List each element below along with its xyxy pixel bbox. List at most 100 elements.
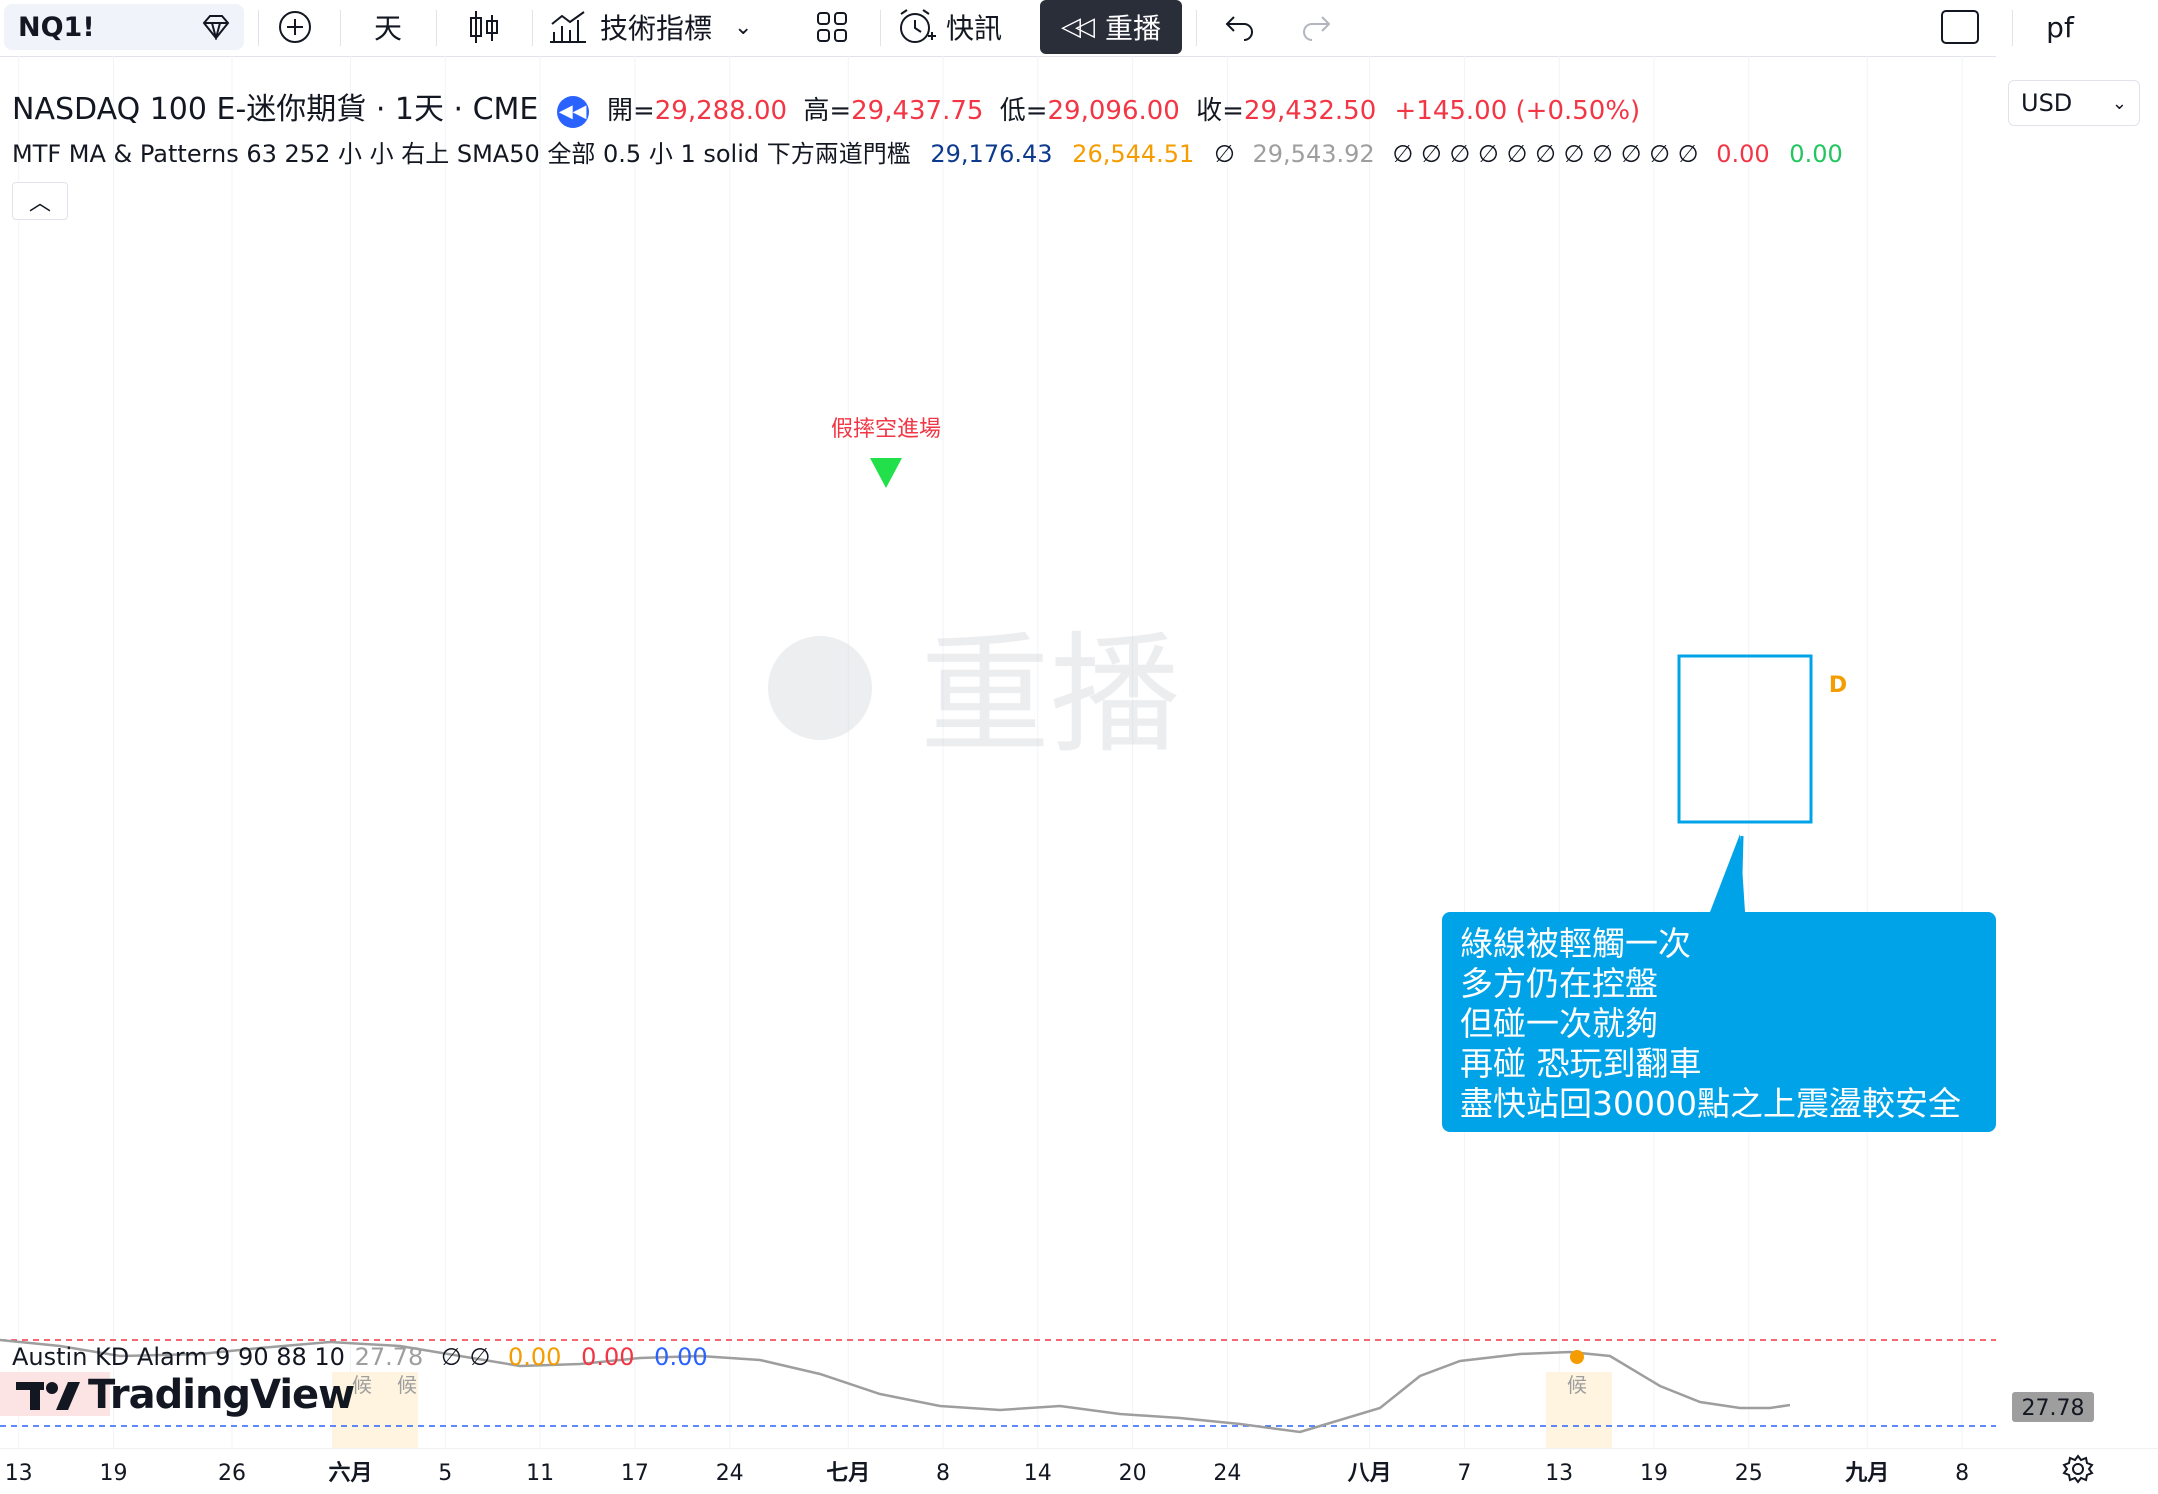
callout-pointer-line	[1738, 835, 1744, 913]
callout-line: 綠線被輕觸一次	[1460, 924, 1691, 963]
analysis-callout[interactable]: 綠線被輕觸一次 多方仍在控盤 但碰一次就夠 再碰 恐玩到翻車 盡快站回30000…	[1442, 912, 1996, 1132]
time-tick-label: 13	[5, 1461, 33, 1486]
main-chart[interactable]: 候 候 候 重播 假摔空進場 D 31,500.0031,250.0031,000.0…	[0, 56, 2158, 1448]
chevron-down-icon: ⌄	[2111, 92, 2127, 114]
kd-label: Austin KD Alarm 9 90 88 10	[12, 1343, 345, 1371]
indicators-button[interactable]: 技術指標 ⌄	[548, 4, 788, 50]
high-value: 29,437.75	[851, 96, 984, 126]
indicator-label: MTF MA & Patterns 63 252 小 小 右上 SMA50 全部…	[12, 140, 911, 168]
tradingview-logo-icon	[16, 1382, 80, 1410]
layout-grid-icon[interactable]	[804, 4, 860, 50]
time-tick-label: 九月	[1844, 1461, 1889, 1486]
divider	[880, 10, 881, 46]
chevron-down-icon: ⌄	[734, 14, 753, 40]
indicator-value-3: 29,543.92	[1252, 140, 1375, 168]
redo-icon[interactable]	[1288, 4, 1344, 50]
profile-label: pf	[2046, 10, 2074, 44]
symbol-label: NQ1!	[18, 11, 95, 43]
indicators-chart-icon	[550, 11, 586, 43]
close-label: 收=	[1196, 96, 1244, 126]
callout-line: 盡快站回30000點之上震盪較安全	[1460, 1084, 1961, 1123]
replay-button[interactable]: ◁◁ 重播	[1040, 0, 1182, 54]
time-tick-label: 26	[218, 1461, 246, 1486]
diamond-icon[interactable]	[192, 4, 240, 50]
divider	[1196, 10, 1197, 46]
time-tick-label: 8	[1955, 1461, 1969, 1486]
divider	[532, 10, 533, 46]
interval-button[interactable]: 天	[356, 4, 420, 50]
collapse-legend-button[interactable]: ︿	[12, 182, 68, 220]
fake-short-entry-label: 假摔空進場	[831, 417, 941, 442]
indicators-label: 技術指標	[600, 12, 713, 45]
time-tick-label: 24	[716, 1461, 744, 1486]
alerts-button[interactable]: 快訊	[896, 4, 1026, 50]
callout-line: 再碰 恐玩到翻車	[1460, 1044, 1702, 1083]
open-label: 開=	[606, 96, 655, 126]
time-tick-label: 14	[1024, 1461, 1052, 1486]
time-tick-label: 19	[1640, 1461, 1668, 1486]
time-tick-label: 20	[1119, 1461, 1147, 1486]
indicator-zero-2: 0.00	[1789, 140, 1843, 168]
null-symbol: ∅	[1213, 140, 1235, 168]
price-axis: 31,500.0031,250.0031,000.0030,750.0030,5…	[1996, 56, 2158, 1448]
replay-label: 重播	[1104, 12, 1161, 45]
kd-null-symbols: ∅ ∅	[440, 1343, 491, 1371]
kd-zero-3: 0.00	[654, 1343, 708, 1371]
kd-marker-label: 候	[352, 1373, 372, 1397]
chart-type-candles-icon[interactable]	[452, 4, 516, 50]
d-marker: D	[1829, 673, 1847, 698]
settings-gear-icon[interactable]	[2058, 1450, 2098, 1488]
time-tick-label: 24	[1213, 1461, 1241, 1486]
currency-label: USD	[2021, 89, 2073, 117]
low-label: 低=	[999, 96, 1048, 126]
time-tick-label: 7	[1457, 1461, 1471, 1486]
selection-box	[1677, 654, 1813, 824]
low-value: 29,096.00	[1047, 96, 1180, 126]
time-tick-label: 5	[438, 1461, 452, 1486]
tradingview-logo: TradingView	[16, 1372, 355, 1418]
kd-alert-dot	[1570, 1350, 1584, 1364]
kd-value: 27.78	[354, 1343, 424, 1371]
high-label: 高=	[803, 96, 852, 126]
compare-plus-icon[interactable]	[270, 4, 320, 50]
kd-zero-1: 0.00	[508, 1343, 562, 1371]
time-tick-label: 13	[1545, 1461, 1573, 1486]
chart-legend: NASDAQ 100 E-迷你期貨 · 1天 · CME ◀◀ 開=29,288…	[12, 84, 1640, 128]
time-tick-label: 17	[621, 1461, 649, 1486]
tradingview-logo-text: TradingView	[88, 1372, 355, 1418]
divider	[2012, 10, 2013, 46]
top-toolbar: NQ1! 天 技術指標 ⌄ 快訊 ◁◁ 重播 pf	[0, 0, 2158, 57]
time-tick-label: 19	[100, 1461, 128, 1486]
watermark-circle	[768, 636, 872, 740]
sell-signal-triangle	[870, 458, 902, 488]
chevron-up-icon: ︿	[28, 191, 51, 216]
indicator-value-2: 26,544.51	[1072, 140, 1195, 168]
legend-title: NASDAQ 100 E-迷你期貨 · 1天 · CME	[12, 92, 539, 127]
divider	[436, 10, 437, 46]
profile-button[interactable]: pf	[2030, 4, 2090, 50]
kd-marker-label: 候	[1567, 1373, 1587, 1397]
time-tick-label: 11	[526, 1461, 554, 1486]
indicator-value-1: 29,176.43	[930, 140, 1053, 168]
indicator-legend[interactable]: MTF MA & Patterns 63 252 小 小 右上 SMA50 全部…	[12, 134, 1843, 169]
kd-legend[interactable]: Austin KD Alarm 9 90 88 10 27.78 ∅ ∅ 0.0…	[12, 1343, 708, 1371]
watermark-text: 重播	[920, 619, 1180, 771]
interval-label: 天	[373, 12, 402, 45]
rewind-icon: ◁◁	[1060, 12, 1095, 42]
kd-marker-label: 候	[397, 1373, 417, 1397]
open-value: 29,288.00	[654, 96, 788, 126]
fullscreen-square-icon[interactable]	[1936, 4, 1984, 50]
indicator-zero-1: 0.00	[1716, 140, 1770, 168]
time-axis[interactable]: 13 19 26 六月 5 11 17 24 七月 8 14 20 24 八月 7 13 19 25 九月 8	[0, 1447, 2158, 1490]
callout-line: 但碰一次就夠	[1460, 1004, 1658, 1043]
undo-icon[interactable]	[1212, 4, 1268, 50]
currency-dropdown[interactable]: USD ⌄	[2008, 80, 2140, 126]
kd-zero-2: 0.00	[581, 1343, 635, 1371]
alerts-label: 快訊	[946, 12, 1003, 45]
market-status-icon[interactable]: ◀◀	[556, 95, 589, 128]
replay-watermark: 重播	[768, 619, 1180, 771]
time-tick-label: 8	[936, 1461, 950, 1486]
kd-value-badge-label: 27.78	[2022, 1396, 2085, 1421]
change-value: +145.00 (+0.50%)	[1394, 96, 1641, 126]
time-tick-label: 七月	[826, 1461, 870, 1486]
